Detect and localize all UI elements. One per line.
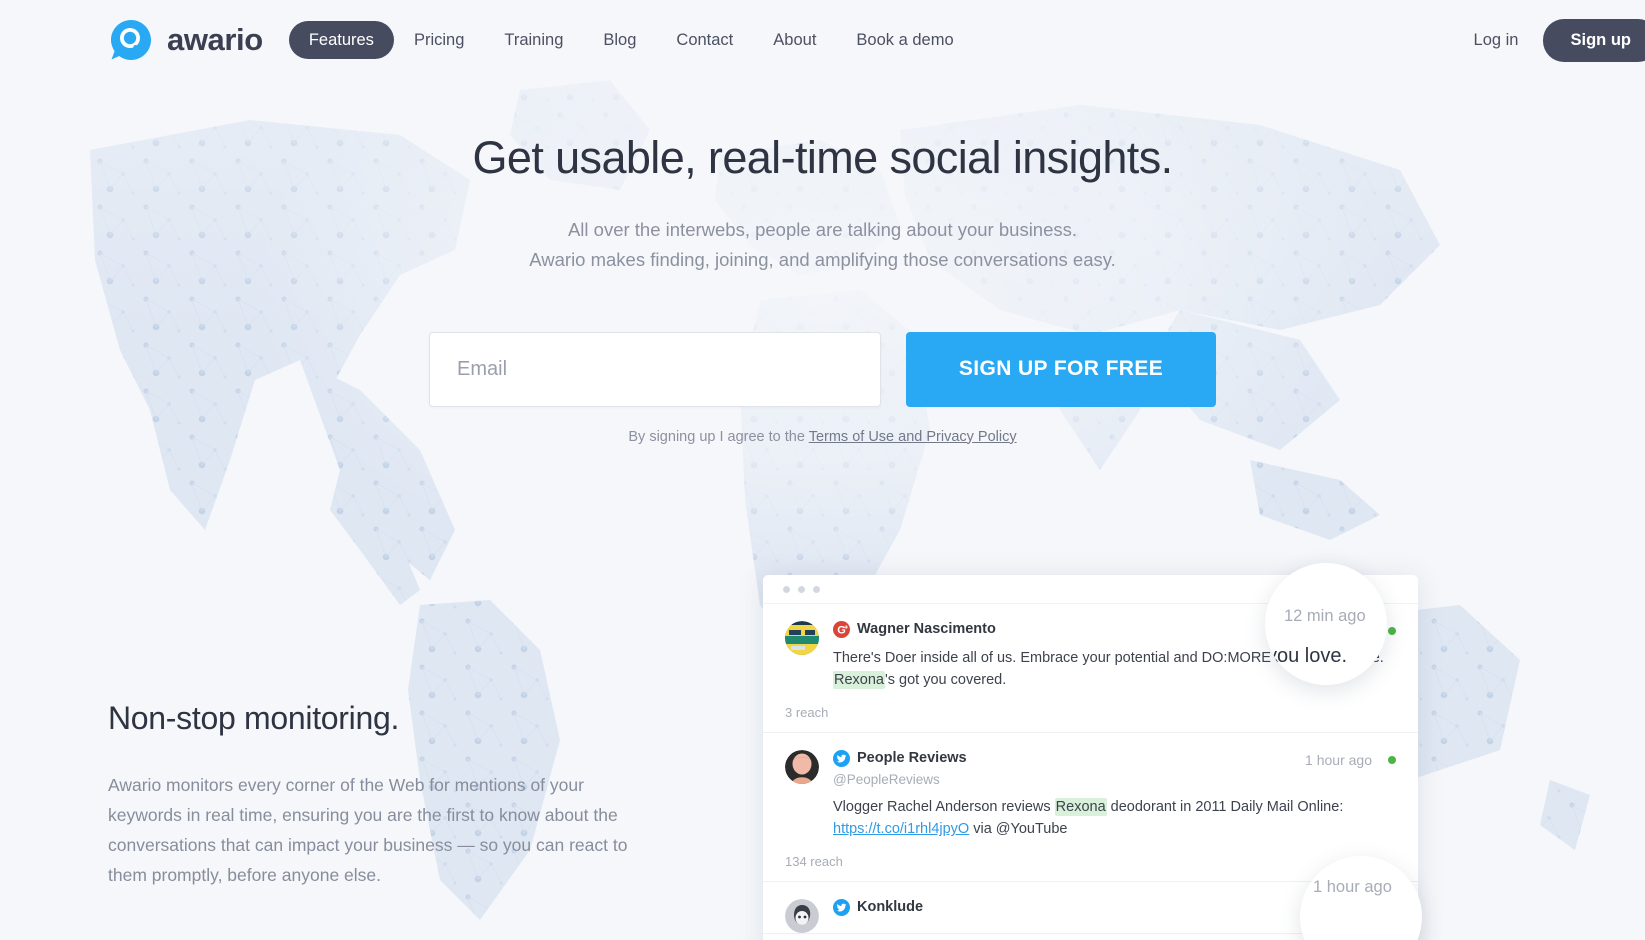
main-navigation: Features Pricing Training Blog Contact A… [288, 20, 974, 60]
hero-subtitle-line-1: All over the interwebs, people are talki… [567, 218, 1078, 240]
twitter-icon [833, 749, 850, 767]
mention-author-handle: @PeopleReviews [833, 771, 940, 787]
terms-consent-text: By signing up I agree to the Terms of Us… [0, 429, 1645, 445]
nav-item-features[interactable]: Features [288, 20, 394, 60]
hero-subtitle-line-2: Awario makes finding, joining, and ampli… [529, 248, 1116, 270]
nav-item-book-a-demo[interactable]: Book a demo [836, 21, 973, 60]
feature-description: Awario monitors every corner of the Web … [108, 775, 628, 886]
feature-non-stop-monitoring: Non-stop monitoring. Awario monitors eve… [108, 700, 653, 890]
window-dot-icon [798, 585, 805, 593]
mention-text-after: 's got you covered. [884, 672, 1007, 689]
mention-item[interactable]: 1 hour ago [763, 733, 1418, 882]
mention-reach: 134 reach [785, 853, 843, 869]
mention-timestamp: 1 hour ago [1305, 751, 1372, 768]
mention-text-tail: via @YouTube [969, 821, 1068, 838]
mention-text: Vlogger Rachel Anderson reviews Rexona d… [833, 796, 1396, 841]
header-account-actions: Log in Sign up [1458, 0, 1645, 80]
login-link[interactable]: Log in [1458, 20, 1535, 61]
terms-of-use-privacy-policy-link[interactable]: Terms of Use and Privacy Policy [809, 429, 1017, 445]
twitter-icon [833, 898, 850, 916]
window-dot-icon [813, 585, 820, 593]
mention-author-name: People Reviews [857, 750, 967, 767]
magnifier-lens-overlay: 12 min ago you love. [1265, 563, 1387, 685]
hero-signup-form: SIGN UP FOR FREE [0, 331, 1645, 407]
signup-button[interactable]: Sign up [1542, 18, 1645, 62]
nav-item-blog[interactable]: Blog [583, 21, 656, 60]
svg-text:+: + [844, 624, 848, 631]
hero-title: Get usable, real-time social insights. [472, 132, 1173, 183]
nav-item-pricing[interactable]: Pricing [394, 21, 484, 60]
nav-item-contact[interactable]: Contact [656, 21, 753, 60]
site-header: awario Features Pricing Training Blog Co… [0, 0, 1645, 80]
avatar [785, 749, 819, 784]
google-plus-icon: G + [833, 621, 850, 638]
avatar [785, 898, 819, 933]
signup-for-free-button[interactable]: SIGN UP FOR FREE [906, 331, 1216, 407]
brand-logo-link[interactable]: awario [108, 17, 263, 63]
nav-item-training[interactable]: Training [484, 21, 583, 60]
feature-title: Non-stop monitoring. [108, 700, 400, 736]
sentiment-dot-icon [1388, 627, 1396, 635]
mention-author-name: Konklude [857, 899, 924, 916]
mention-text-after: deodorant in 2011 Daily Mail Online: [1106, 798, 1344, 815]
mention-text-before: Vlogger Rachel Anderson reviews [833, 798, 1055, 815]
lens-timestamp: 12 min ago [1284, 607, 1366, 625]
window-dot-icon [783, 585, 790, 593]
mention-reach: 3 reach [785, 704, 829, 720]
mention-text-before: There's Doer inside all of us. Embrace y… [833, 650, 1275, 666]
sentiment-dot-icon [1388, 755, 1396, 764]
awario-logo-icon [111, 20, 151, 60]
lens-timestamp-secondary: 1 hour ago [1313, 878, 1392, 896]
mention-author-name: Wagner Nascimento [857, 621, 996, 638]
mention-link[interactable]: https://t.co/i1rhl4jpyO [833, 821, 969, 837]
nav-item-about[interactable]: About [753, 21, 836, 60]
terms-prefix: By signing up I agree to the [628, 428, 809, 445]
brand-name: awario [167, 22, 263, 57]
email-input[interactable] [429, 331, 881, 407]
hero-section: Get usable, real-time social insights. A… [0, 80, 1645, 445]
avatar [785, 621, 819, 655]
mention-keyword-highlight: Rexona [833, 671, 885, 690]
lens-text: you love. [1267, 645, 1348, 667]
hero-subtitle: All over the interwebs, people are talki… [0, 215, 1645, 275]
mention-keyword-highlight: Rexona [1054, 797, 1107, 816]
